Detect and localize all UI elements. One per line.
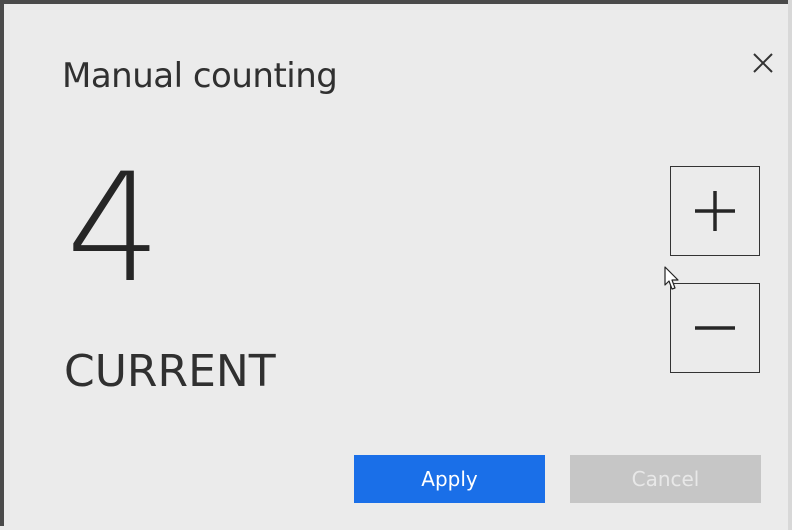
minus-icon xyxy=(695,326,735,330)
mouse-pointer-icon xyxy=(664,266,679,290)
increment-button[interactable] xyxy=(670,166,760,256)
dialog-title: Manual counting xyxy=(62,56,338,96)
current-label: CURRENT xyxy=(64,346,276,397)
apply-button[interactable]: Apply xyxy=(354,455,545,503)
manual-counting-dialog: Manual counting 4 CURRENT Apply Cancel xyxy=(0,0,788,526)
close-button[interactable] xyxy=(748,48,778,78)
decrement-button[interactable] xyxy=(670,283,760,373)
cancel-button[interactable]: Cancel xyxy=(570,455,761,503)
current-count-value: 4 xyxy=(66,142,161,316)
window-edge xyxy=(788,0,792,530)
plus-icon xyxy=(695,191,735,231)
close-icon xyxy=(753,53,773,73)
